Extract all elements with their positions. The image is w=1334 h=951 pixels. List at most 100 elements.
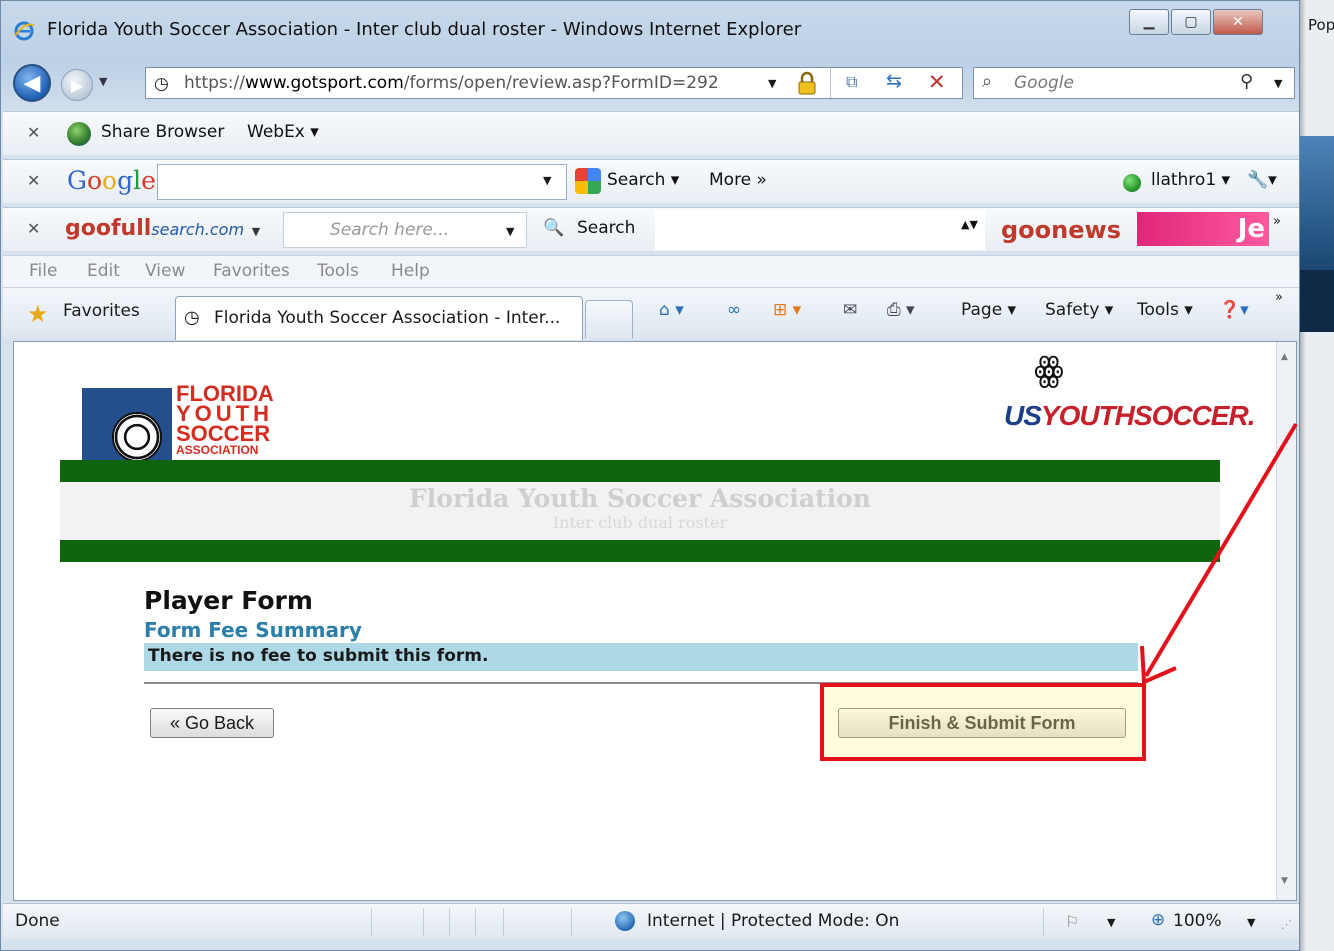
title-bar[interactable]: Florida Youth Soccer Association - Inter… [1,1,1301,59]
window-controls: ▁ ▢ ✕ [1127,9,1263,35]
menu-edit[interactable]: Edit [87,261,120,281]
address-bar[interactable]: ◷ https://www.gotsport.com/forms/open/re… [145,67,963,99]
menu-file[interactable]: File [29,261,57,281]
background-window-text: Pop [1308,16,1334,34]
goofull-scroll-stepper[interactable]: ▲▼ [961,218,978,231]
search-icon[interactable]: ⚲ [1240,71,1253,92]
protected-mode-dropdown[interactable]: ▼ [1107,916,1115,929]
safety-menu[interactable]: Safety ▾ [1045,300,1113,320]
refresh-icon[interactable]: ⇆ [886,70,902,92]
minimize-icon: ▁ [1143,14,1155,30]
google-search-input[interactable] [157,164,567,200]
compatibility-view-icon[interactable]: ⧉ [846,72,857,92]
scroll-up-icon[interactable]: ▲ [1281,352,1288,362]
google-search-icon [575,168,601,194]
scroll-down-icon[interactable]: ▼ [1281,876,1288,886]
protected-mode-icon[interactable]: ⚐ [1065,912,1079,931]
share-browser-icon [67,122,91,146]
page-banner: Florida Youth Soccer Association Inter c… [60,482,1220,540]
favorites-bar: ★ Favorites ◷ Florida Youth Soccer Assoc… [3,287,1299,340]
webex-menu[interactable]: WebEx ▾ [247,122,319,142]
command-overflow-chevron-icon[interactable]: » [1275,290,1283,305]
address-separator [830,68,831,98]
menu-help[interactable]: Help [391,261,430,281]
status-divider [449,908,450,936]
background-window-pane-dark [1300,270,1334,332]
read-mail-icon[interactable]: ✉ [843,300,857,320]
print-icon[interactable]: ⎙ ▾ [887,300,915,320]
feeds-icon[interactable]: ∞ [727,300,741,320]
home-icon[interactable]: ⌂ ▾ [659,300,684,320]
zoom-level[interactable]: 100% [1173,911,1222,931]
search-provider-icon: ⌕ [982,71,993,92]
menu-tools[interactable]: Tools [317,261,359,281]
favorites-button[interactable]: Favorites [63,301,140,321]
close-icon: ✕ [1232,14,1244,30]
favorites-star-icon[interactable]: ★ [27,300,49,328]
status-divider [423,908,424,936]
google-search-dropdown[interactable]: ▼ [543,174,551,187]
recent-pages-dropdown[interactable]: ▼ [99,75,107,88]
menu-view[interactable]: View [145,261,185,281]
share-browser-button[interactable]: Share Browser [101,122,224,142]
goofull-search-button[interactable]: Search [577,218,635,238]
goonews-logo[interactable]: goonews [1001,216,1121,244]
navigation-bar: ◀ ▶ ▼ ◷ https://www.gotsport.com/forms/o… [1,59,1301,109]
google-search-button[interactable]: Search ▾ [607,170,679,190]
zoom-dropdown[interactable]: ▼ [1247,916,1255,929]
address-dropdown[interactable]: ▼ [768,77,776,90]
page-menu[interactable]: Page ▾ [961,300,1016,320]
new-tab-button[interactable] [585,300,633,338]
lock-icon[interactable] [796,71,818,95]
forward-arrow-icon: ▶ [70,75,84,95]
goofull-search-input[interactable]: Search here... ▼ [283,212,527,248]
google-more-button[interactable]: More » [709,170,767,190]
tab-page-icon: ◷ [184,307,200,328]
status-divider [571,908,572,936]
rss-icon[interactable]: ⊞ ▾ [773,300,801,320]
annotation-highlight-box [820,683,1146,761]
browser-tab-active[interactable]: ◷ Florida Youth Soccer Association - Int… [175,296,583,340]
wrench-icon[interactable]: 🔧▾ [1247,170,1277,190]
zoom-icon[interactable]: ⊕ [1151,910,1165,930]
goofull-search-dropdown[interactable]: ▼ [506,225,514,238]
search-options-dropdown[interactable]: ▼ [1274,77,1282,90]
forward-button[interactable]: ▶ [61,69,93,101]
banner-title: Florida Youth Soccer Association [409,484,871,513]
close-window-button[interactable]: ✕ [1213,9,1263,35]
menu-favorites[interactable]: Favorites [213,261,290,281]
status-divider [1043,908,1044,936]
online-status-icon [1123,174,1141,192]
fee-summary-bar: There is no fee to submit this form. [144,643,1138,671]
help-icon[interactable]: ❓▾ [1219,300,1249,320]
minimize-button[interactable]: ▁ [1129,9,1169,35]
maximize-button[interactable]: ▢ [1171,9,1211,35]
fysa-logo[interactable]: FLORIDA YOUTH SOCCER ASSOCIATION [82,383,282,462]
address-url[interactable]: https://www.gotsport.com/forms/open/revi… [184,73,719,93]
google-account-menu[interactable]: llathro1 ▾ [1151,170,1230,190]
back-button[interactable]: ◀ [13,64,51,102]
soccer-ball-icon [82,388,172,462]
goofull-search-placeholder: Search here... [330,220,450,240]
google-toolbar: ✕ Google ▼ Search ▾ More » llathro1 ▾ 🔧▾ [3,159,1299,203]
toolbar-overflow-chevron-icon[interactable]: » [1273,214,1281,229]
stop-icon[interactable]: ✕ [928,70,946,94]
resize-grip-icon[interactable]: ⋰ [1281,918,1292,931]
back-arrow-icon: ◀ [23,70,41,96]
goofull-banner-ad[interactable]: Je [1137,212,1269,246]
goofull-toolbar: ✕ goofullsearch.com ▼ Search here... ▼ 🔍… [3,207,1299,251]
status-divider [503,908,504,936]
goofull-logo[interactable]: goofullsearch.com ▼ [65,216,260,241]
background-window: Pop [1300,0,1334,951]
banner-subtitle: Inter club dual roster [552,513,728,532]
close-toolbar-icon[interactable]: ✕ [27,219,40,238]
search-box[interactable]: ⌕ Google ⚲ ▼ [973,67,1295,99]
go-back-button[interactable]: « Go Back [150,708,274,738]
fee-message: There is no fee to submit this form. [148,646,489,666]
close-toolbar-icon[interactable]: ✕ [27,171,40,190]
close-toolbar-icon[interactable]: ✕ [27,123,40,142]
header-green-bar-bottom [60,540,1220,562]
player-figure-icon: ꙮ [1034,350,1064,390]
security-zone[interactable]: Internet | Protected Mode: On [647,911,899,931]
tools-menu[interactable]: Tools ▾ [1137,300,1193,320]
